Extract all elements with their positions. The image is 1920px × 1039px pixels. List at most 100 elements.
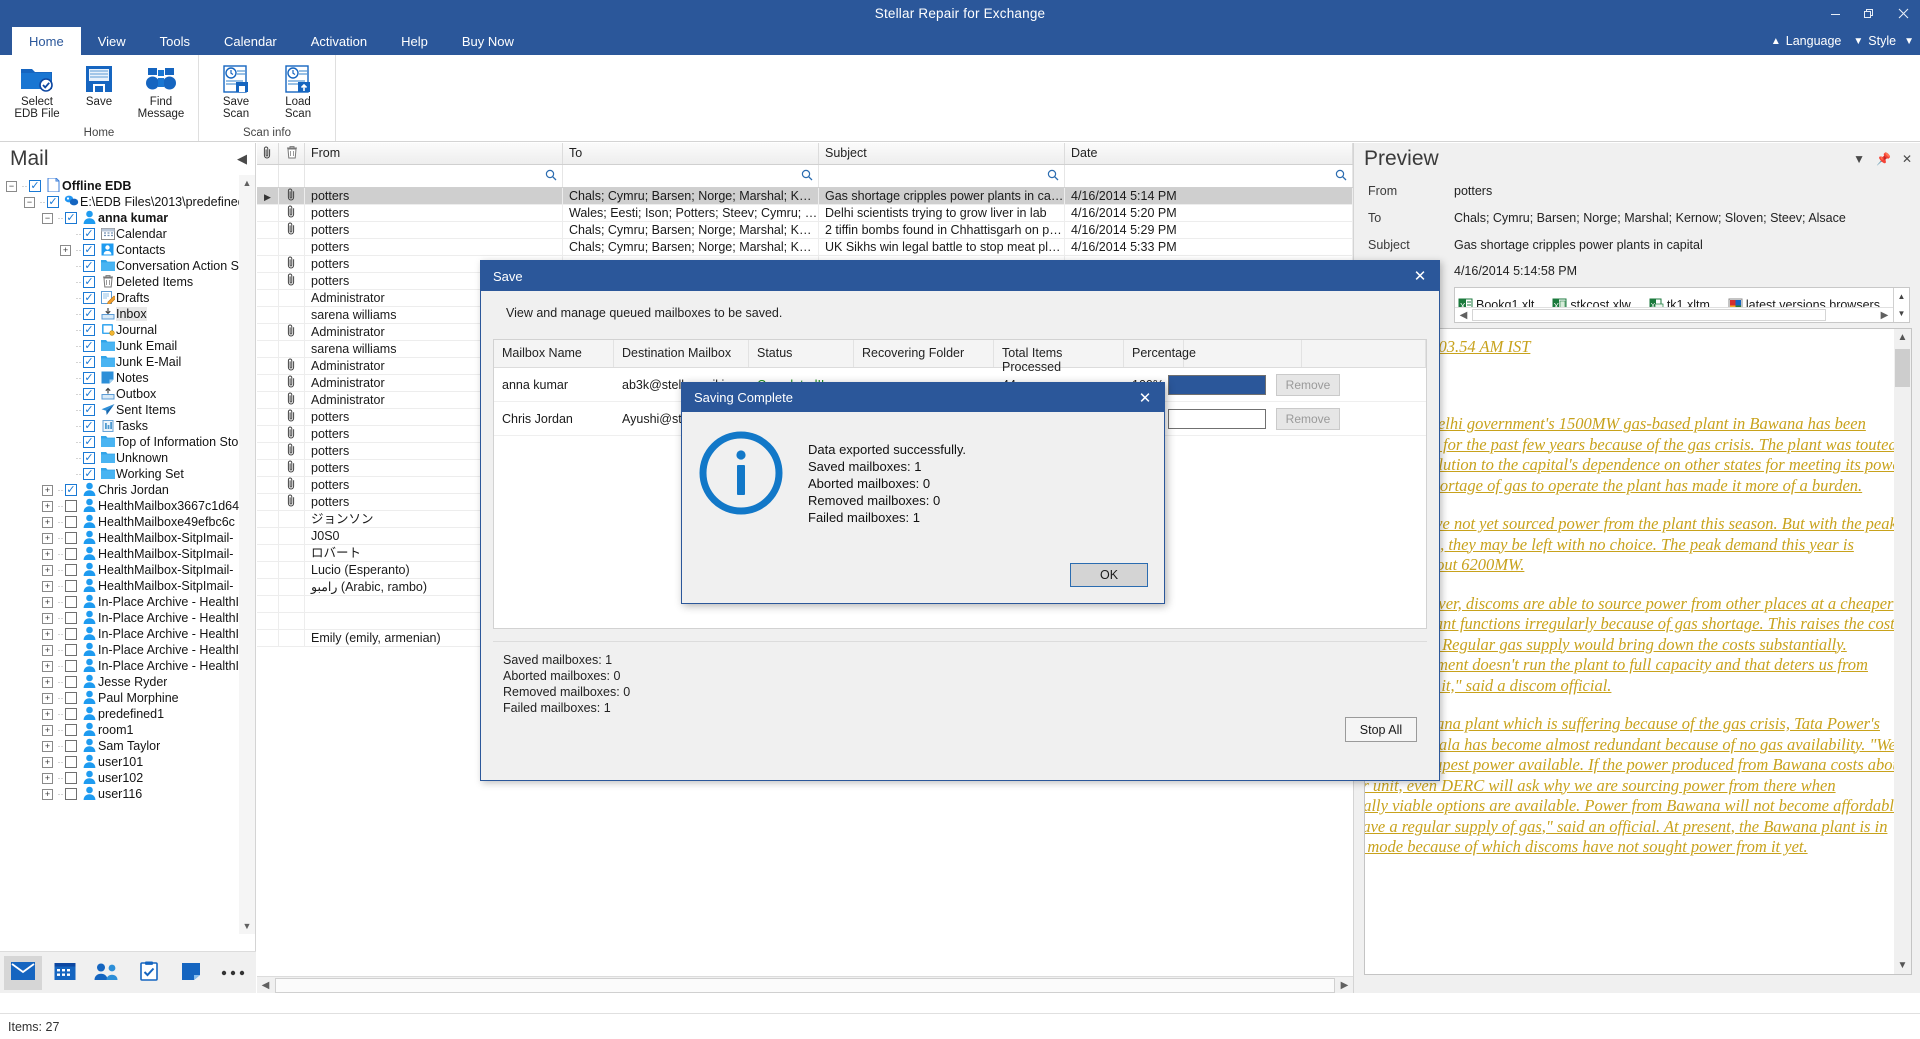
tree-item[interactable]: + ·· HealthMailbox3667c1d64 <box>0 498 255 514</box>
column-header-subject[interactable]: Subject <box>819 143 1065 164</box>
tree-checkbox[interactable] <box>65 212 77 224</box>
tree-checkbox[interactable] <box>83 420 95 432</box>
tree-checkbox[interactable] <box>65 532 77 544</box>
tree-item[interactable]: + ·· In-Place Archive - HealthI <box>0 626 255 642</box>
tree-expander-plus-icon[interactable]: + <box>42 532 53 544</box>
message-row[interactable]: potters Chals; Cymru; Barsen; Norge; Mars… <box>257 222 1353 239</box>
row-remove-button[interactable]: Remove <box>1276 373 1340 396</box>
tree-expander-minus-icon[interactable]: − <box>42 212 53 224</box>
tree-checkbox[interactable] <box>83 276 95 288</box>
attach-scroll-right-icon[interactable]: ▶ <box>1876 308 1893 322</box>
tree-expander-minus-icon[interactable]: − <box>24 196 35 208</box>
restore-button[interactable] <box>1852 0 1886 27</box>
tree-checkbox[interactable] <box>65 580 77 592</box>
mailbox-tree[interactable]: −··Offline EDB−··E:\EDB Files\2013\prede… <box>0 175 255 951</box>
tree-item[interactable]: + ·· HealthMailboxe49efbc6c <box>0 514 255 530</box>
tab-tools[interactable]: Tools <box>143 27 207 55</box>
tree-expander-plus-icon[interactable]: + <box>42 788 53 800</box>
tab-help[interactable]: Help <box>384 27 445 55</box>
tab-home[interactable]: Home <box>12 27 81 55</box>
tree-item[interactable]: + ·· Chris Jordan <box>0 482 255 498</box>
tree-checkbox[interactable] <box>65 692 77 704</box>
tree-item[interactable]: + ·· In-Place Archive - HealthI <box>0 658 255 674</box>
close-button[interactable] <box>1886 0 1920 27</box>
tree-checkbox[interactable] <box>65 676 77 688</box>
tree-expander-plus-icon[interactable]: + <box>42 756 53 768</box>
tree-checkbox[interactable] <box>65 484 77 496</box>
tree-item[interactable]: ·· Deleted Items <box>0 274 255 290</box>
body-scroll-down-icon[interactable]: ▼ <box>1894 957 1911 974</box>
tree-checkbox[interactable] <box>47 196 59 208</box>
ok-button[interactable]: OK <box>1070 563 1148 587</box>
column-header-date[interactable]: Date <box>1065 143 1353 164</box>
filter-cell-date[interactable] <box>1065 165 1353 187</box>
tree-checkbox[interactable] <box>65 724 77 736</box>
tab-activation[interactable]: Activation <box>294 27 384 55</box>
nav-notes-square[interactable] <box>172 956 210 990</box>
tree-expander-minus-icon[interactable]: − <box>6 180 17 192</box>
nav-tasks-clipboard[interactable] <box>130 956 168 990</box>
tree-expander-plus-icon[interactable]: + <box>42 660 53 672</box>
tree-vertical-scrollbar[interactable]: ▲ ▼ <box>239 175 255 934</box>
save-dialog-close-icon[interactable]: ✕ <box>1401 261 1439 291</box>
tree-checkbox[interactable] <box>65 788 77 800</box>
save-scan-button[interactable]: Save Scan <box>205 59 267 120</box>
tree-expander-plus-icon[interactable]: + <box>60 244 71 256</box>
tree-checkbox[interactable] <box>65 756 77 768</box>
nav-mail[interactable] <box>4 955 42 990</box>
magnifier-icon[interactable] <box>1335 169 1347 184</box>
tree-item[interactable]: + ·· predefined1 <box>0 706 255 722</box>
tree-checkbox[interactable] <box>83 340 95 352</box>
tree-item[interactable]: + ·· HealthMailbox-SitpImail- <box>0 578 255 594</box>
tree-expander-plus-icon[interactable]: + <box>42 500 53 512</box>
tree-checkbox[interactable] <box>65 772 77 784</box>
tree-item[interactable]: ·· Sent Items <box>0 402 255 418</box>
tree-checkbox[interactable] <box>83 404 95 416</box>
attach-h-thumb[interactable] <box>1472 309 1826 321</box>
tree-checkbox[interactable] <box>83 324 95 336</box>
tree-checkbox[interactable] <box>83 452 95 464</box>
nav-calendar-grid[interactable] <box>46 956 84 990</box>
minimize-button[interactable] <box>1818 0 1852 27</box>
msglist-scroll-left-icon[interactable]: ◀ <box>257 977 274 994</box>
column-header-to[interactable]: To <box>563 143 819 164</box>
tree-checkbox[interactable] <box>65 516 77 528</box>
tree-checkbox[interactable] <box>83 356 95 368</box>
tree-checkbox[interactable] <box>83 308 95 320</box>
tree-checkbox[interactable] <box>65 660 77 672</box>
tree-item[interactable]: + ·· user102 <box>0 770 255 786</box>
select-edb-file-button[interactable]: Select EDB File <box>6 59 68 120</box>
tree-item[interactable]: ·· Junk Email <box>0 338 255 354</box>
tree-expander-plus-icon[interactable]: + <box>42 676 53 688</box>
tree-checkbox[interactable] <box>83 436 95 448</box>
message-row[interactable]: potters Wales; Eesti; Ison; Potters; Stee… <box>257 205 1353 222</box>
nav-more-ellipsis[interactable] <box>214 956 252 990</box>
magnifier-icon[interactable] <box>545 169 557 184</box>
body-scroll-up-icon[interactable]: ▲ <box>1894 329 1911 346</box>
tree-checkbox[interactable] <box>83 292 95 304</box>
tab-view[interactable]: View <box>81 27 143 55</box>
tree-checkbox[interactable] <box>83 260 95 272</box>
tree-checkbox[interactable] <box>65 596 77 608</box>
tree-item[interactable]: ·· Conversation Action S <box>0 258 255 274</box>
tree-item[interactable]: ·· Working Set <box>0 466 255 482</box>
tree-checkbox[interactable] <box>65 644 77 656</box>
tree-expander-plus-icon[interactable]: + <box>42 772 53 784</box>
scroll-down-icon[interactable]: ▼ <box>239 918 255 934</box>
close-icon[interactable]: ✕ <box>1902 152 1912 166</box>
tree-expander-plus-icon[interactable]: + <box>42 740 53 752</box>
tree-item[interactable]: ·· Inbox <box>0 306 255 322</box>
filter-cell-subject[interactable] <box>819 165 1065 187</box>
tree-item[interactable]: ·· Drafts <box>0 290 255 306</box>
scroll-up-icon[interactable]: ▲ <box>239 175 255 191</box>
stop-all-button[interactable]: Stop All <box>1345 717 1417 742</box>
tree-item[interactable]: ·· Tasks <box>0 418 255 434</box>
find-message-button[interactable]: Find Message <box>130 59 192 120</box>
tree-item[interactable]: ·· Calendar <box>0 226 255 242</box>
attach-h-track[interactable] <box>1472 308 1876 322</box>
tree-expander-plus-icon[interactable]: + <box>42 628 53 640</box>
column-header-from[interactable]: From <box>305 143 563 164</box>
magnifier-icon[interactable] <box>801 169 813 184</box>
filter-cell-from[interactable] <box>305 165 563 187</box>
tree-checkbox[interactable] <box>65 548 77 560</box>
